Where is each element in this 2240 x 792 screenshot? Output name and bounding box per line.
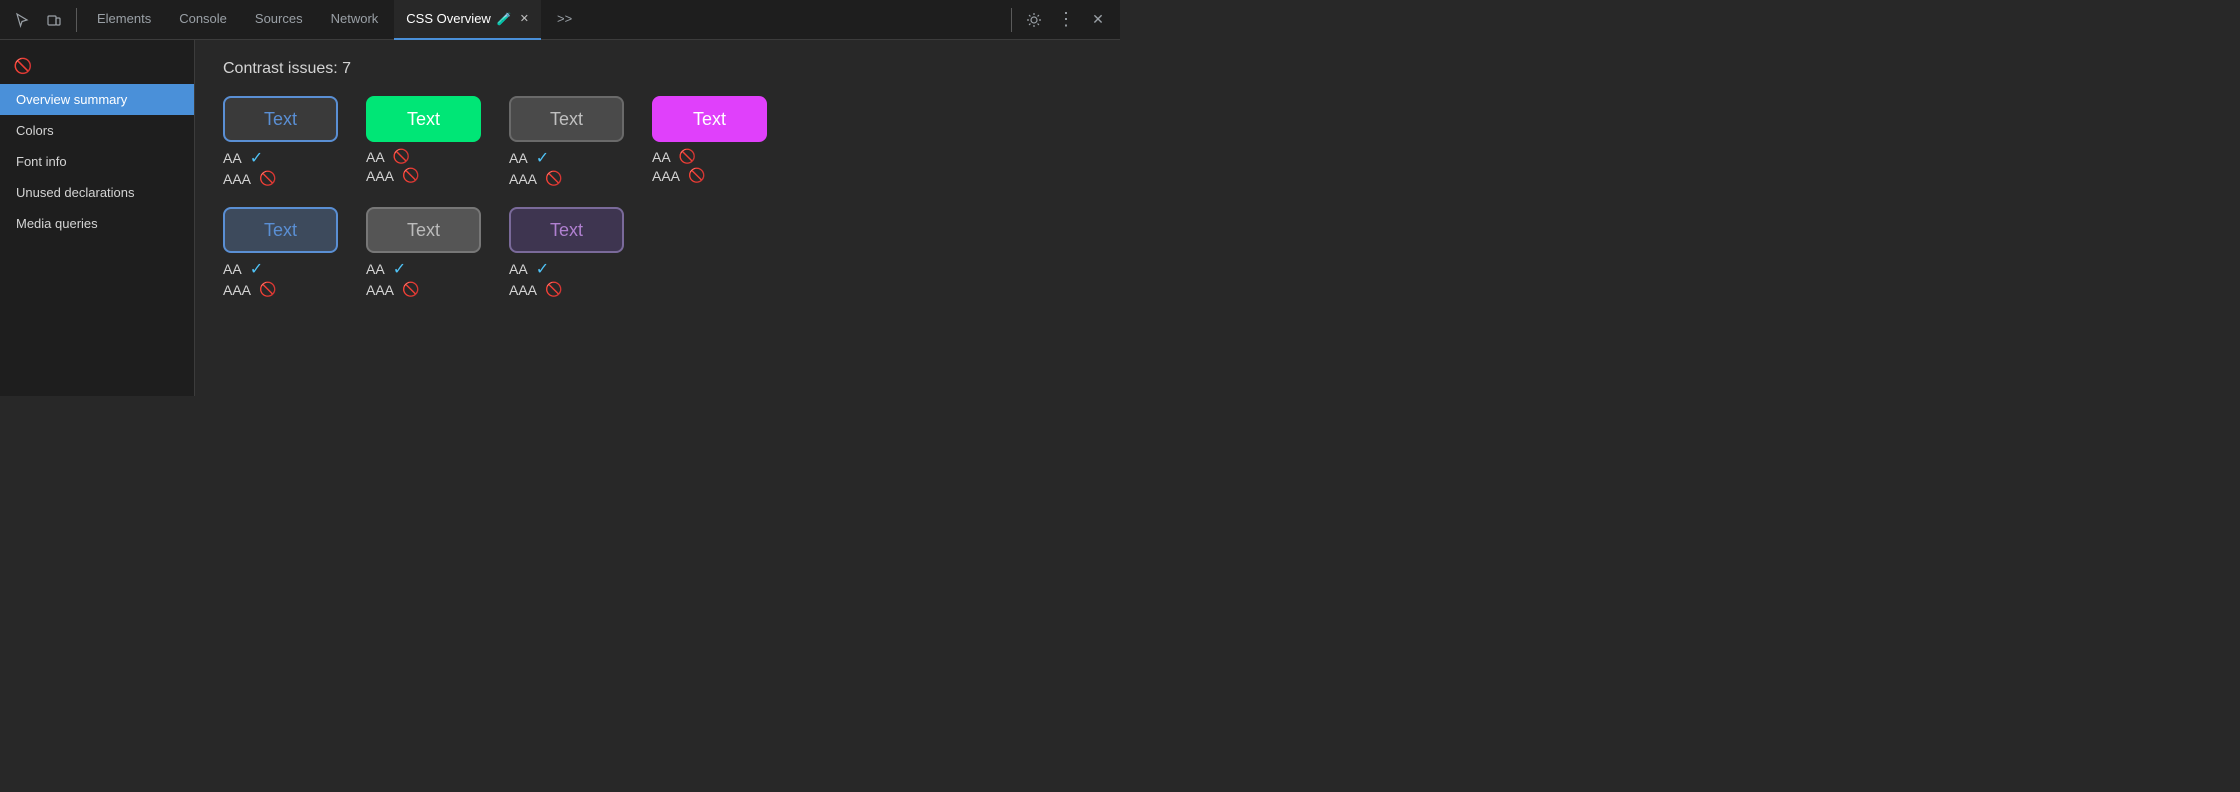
check-row-4: AA 🚫 AAA 🚫	[652, 148, 705, 184]
check-aa-6: AA ✓	[366, 259, 419, 279]
contrast-title: Contrast issues: 7	[223, 60, 1092, 78]
check-aaa-2: AAA 🚫	[366, 167, 419, 184]
check-aaa-6: AAA 🚫	[366, 281, 419, 298]
sidebar-item-overview-summary[interactable]: Overview summary	[0, 84, 194, 115]
fail-icon-aaa-7: 🚫	[545, 281, 562, 298]
sidebar-item-media-queries[interactable]: Media queries	[0, 208, 194, 239]
sidebar-header: 🚫	[0, 48, 194, 84]
fail-icon-aaa-4: 🚫	[688, 167, 705, 184]
check-aa-2: AA 🚫	[366, 148, 419, 165]
check-aa-4: AA 🚫	[652, 148, 705, 165]
sidebar-item-font-info[interactable]: Font info	[0, 146, 194, 177]
sidebar: 🚫 Overview summary Colors Font info Unus…	[0, 40, 195, 396]
contrast-card-4: Text AA 🚫 AAA 🚫	[652, 96, 767, 187]
block-icon: 🚫	[12, 55, 34, 77]
tab-close-icon[interactable]: ✕	[520, 12, 529, 25]
toolbar-right: ⋮ ✕	[1020, 6, 1112, 34]
check-aaa-7: AAA 🚫	[509, 281, 562, 298]
toolbar: Elements Console Sources Network CSS Ove…	[0, 0, 1120, 40]
contrast-row-1: Text AA ✓ AAA 🚫 Text	[223, 96, 1092, 187]
text-button-1[interactable]: Text	[223, 96, 338, 142]
contrast-card-2: Text AA 🚫 AAA 🚫	[366, 96, 481, 187]
text-button-2[interactable]: Text	[366, 96, 481, 142]
tab-css-overview[interactable]: CSS Overview 🧪 ✕	[394, 0, 541, 40]
check-aaa-4: AAA 🚫	[652, 167, 705, 184]
contrast-card-3: Text AA ✓ AAA 🚫	[509, 96, 624, 187]
fail-icon-aaa-5: 🚫	[259, 281, 276, 298]
fail-icon-aaa-2: 🚫	[402, 167, 419, 184]
fail-icon-aaa-3: 🚫	[545, 170, 562, 187]
contrast-card-7: Text AA ✓ AAA 🚫	[509, 207, 624, 298]
check-aa-7: AA ✓	[509, 259, 562, 279]
check-row-5: AA ✓ AAA 🚫	[223, 259, 276, 298]
check-row-2: AA 🚫 AAA 🚫	[366, 148, 419, 184]
tab-elements[interactable]: Elements	[85, 0, 163, 40]
divider-1	[76, 8, 77, 32]
tab-sources[interactable]: Sources	[243, 0, 315, 40]
flask-icon: 🧪	[497, 12, 512, 26]
contrast-row-2: Text AA ✓ AAA 🚫 Text	[223, 207, 1092, 298]
check-row-6: AA ✓ AAA 🚫	[366, 259, 419, 298]
contrast-card-6: Text AA ✓ AAA 🚫	[366, 207, 481, 298]
pass-icon-aa-1: ✓	[250, 148, 263, 168]
contrast-card-5: Text AA ✓ AAA 🚫	[223, 207, 338, 298]
fail-icon-aa-2: 🚫	[393, 148, 410, 165]
check-row-1: AA ✓ AAA 🚫	[223, 148, 276, 187]
text-button-6[interactable]: Text	[366, 207, 481, 253]
tab-console[interactable]: Console	[167, 0, 239, 40]
cursor-icon[interactable]	[8, 6, 36, 34]
sidebar-item-unused-declarations[interactable]: Unused declarations	[0, 177, 194, 208]
more-tabs-button[interactable]: >>	[545, 0, 584, 40]
fail-icon-aaa-1: 🚫	[259, 170, 276, 187]
pass-icon-aa-6: ✓	[393, 259, 406, 279]
pass-icon-aa-3: ✓	[536, 148, 549, 168]
settings-icon[interactable]	[1020, 6, 1048, 34]
check-row-7: AA ✓ AAA 🚫	[509, 259, 562, 298]
text-button-4[interactable]: Text	[652, 96, 767, 142]
check-aaa-3: AAA 🚫	[509, 170, 562, 187]
text-button-3[interactable]: Text	[509, 96, 624, 142]
text-button-5[interactable]: Text	[223, 207, 338, 253]
main-layout: 🚫 Overview summary Colors Font info Unus…	[0, 40, 1120, 396]
more-options-icon[interactable]: ⋮	[1052, 6, 1080, 34]
check-aa-5: AA ✓	[223, 259, 276, 279]
close-devtools-icon[interactable]: ✕	[1084, 6, 1112, 34]
check-aa-3: AA ✓	[509, 148, 562, 168]
device-toggle-icon[interactable]	[40, 6, 68, 34]
check-aa-1: AA ✓	[223, 148, 276, 168]
tab-network[interactable]: Network	[319, 0, 391, 40]
contrast-card-1: Text AA ✓ AAA 🚫	[223, 96, 338, 187]
content-area: Contrast issues: 7 Text AA ✓ AAA 🚫	[195, 40, 1120, 396]
pass-icon-aa-7: ✓	[536, 259, 549, 279]
check-aaa-1: AAA 🚫	[223, 170, 276, 187]
text-button-7[interactable]: Text	[509, 207, 624, 253]
pass-icon-aa-5: ✓	[250, 259, 263, 279]
fail-icon-aaa-6: 🚫	[402, 281, 419, 298]
fail-icon-aa-4: 🚫	[679, 148, 696, 165]
divider-2	[1011, 8, 1012, 32]
check-aaa-5: AAA 🚫	[223, 281, 276, 298]
sidebar-item-colors[interactable]: Colors	[0, 115, 194, 146]
check-row-3: AA ✓ AAA 🚫	[509, 148, 562, 187]
